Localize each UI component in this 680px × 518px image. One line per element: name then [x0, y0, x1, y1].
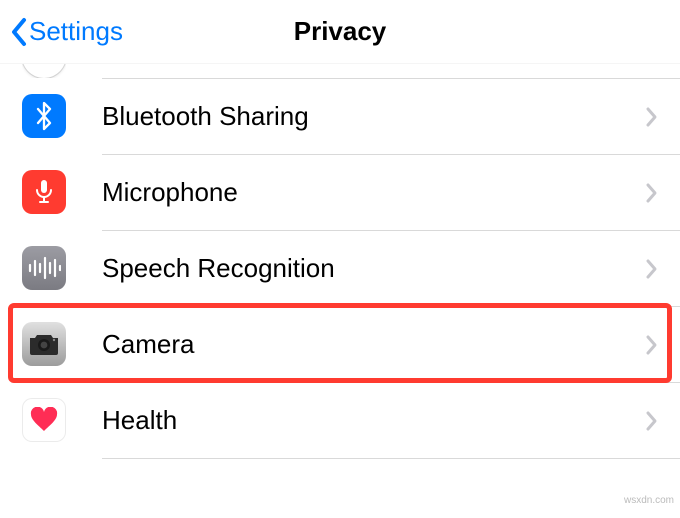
- row-speech-recognition[interactable]: Speech Recognition: [0, 230, 680, 306]
- row-camera[interactable]: Camera: [0, 306, 680, 382]
- row-label: Health: [102, 405, 645, 436]
- back-button[interactable]: Settings: [10, 16, 123, 47]
- chevron-left-icon: [10, 17, 27, 47]
- row-label: Bluetooth Sharing: [102, 101, 645, 132]
- waveform-icon: [22, 246, 66, 290]
- chevron-right-icon: [645, 410, 672, 432]
- chevron-right-icon: [645, 334, 672, 356]
- chevron-right-icon: [645, 182, 672, 204]
- row-bluetooth-sharing[interactable]: Bluetooth Sharing: [0, 78, 680, 154]
- chevron-right-icon: [645, 106, 672, 128]
- heart-icon: [22, 398, 66, 442]
- nav-bar: Settings Privacy: [0, 0, 680, 64]
- partial-row-bottom: [0, 458, 680, 518]
- row-microphone[interactable]: Microphone: [0, 154, 680, 230]
- microphone-icon: [22, 170, 66, 214]
- partial-row-top: [0, 64, 680, 78]
- bluetooth-icon: [22, 94, 66, 138]
- row-label: Microphone: [102, 177, 645, 208]
- back-label: Settings: [29, 16, 123, 47]
- partial-icon: [22, 64, 66, 78]
- row-label: Speech Recognition: [102, 253, 645, 284]
- chevron-right-icon: [645, 258, 672, 280]
- row-health[interactable]: Health: [0, 382, 680, 458]
- watermark: wsxdn.com: [624, 495, 674, 506]
- camera-icon: [22, 322, 66, 366]
- row-label: Camera: [102, 329, 645, 360]
- page-title: Privacy: [294, 16, 387, 47]
